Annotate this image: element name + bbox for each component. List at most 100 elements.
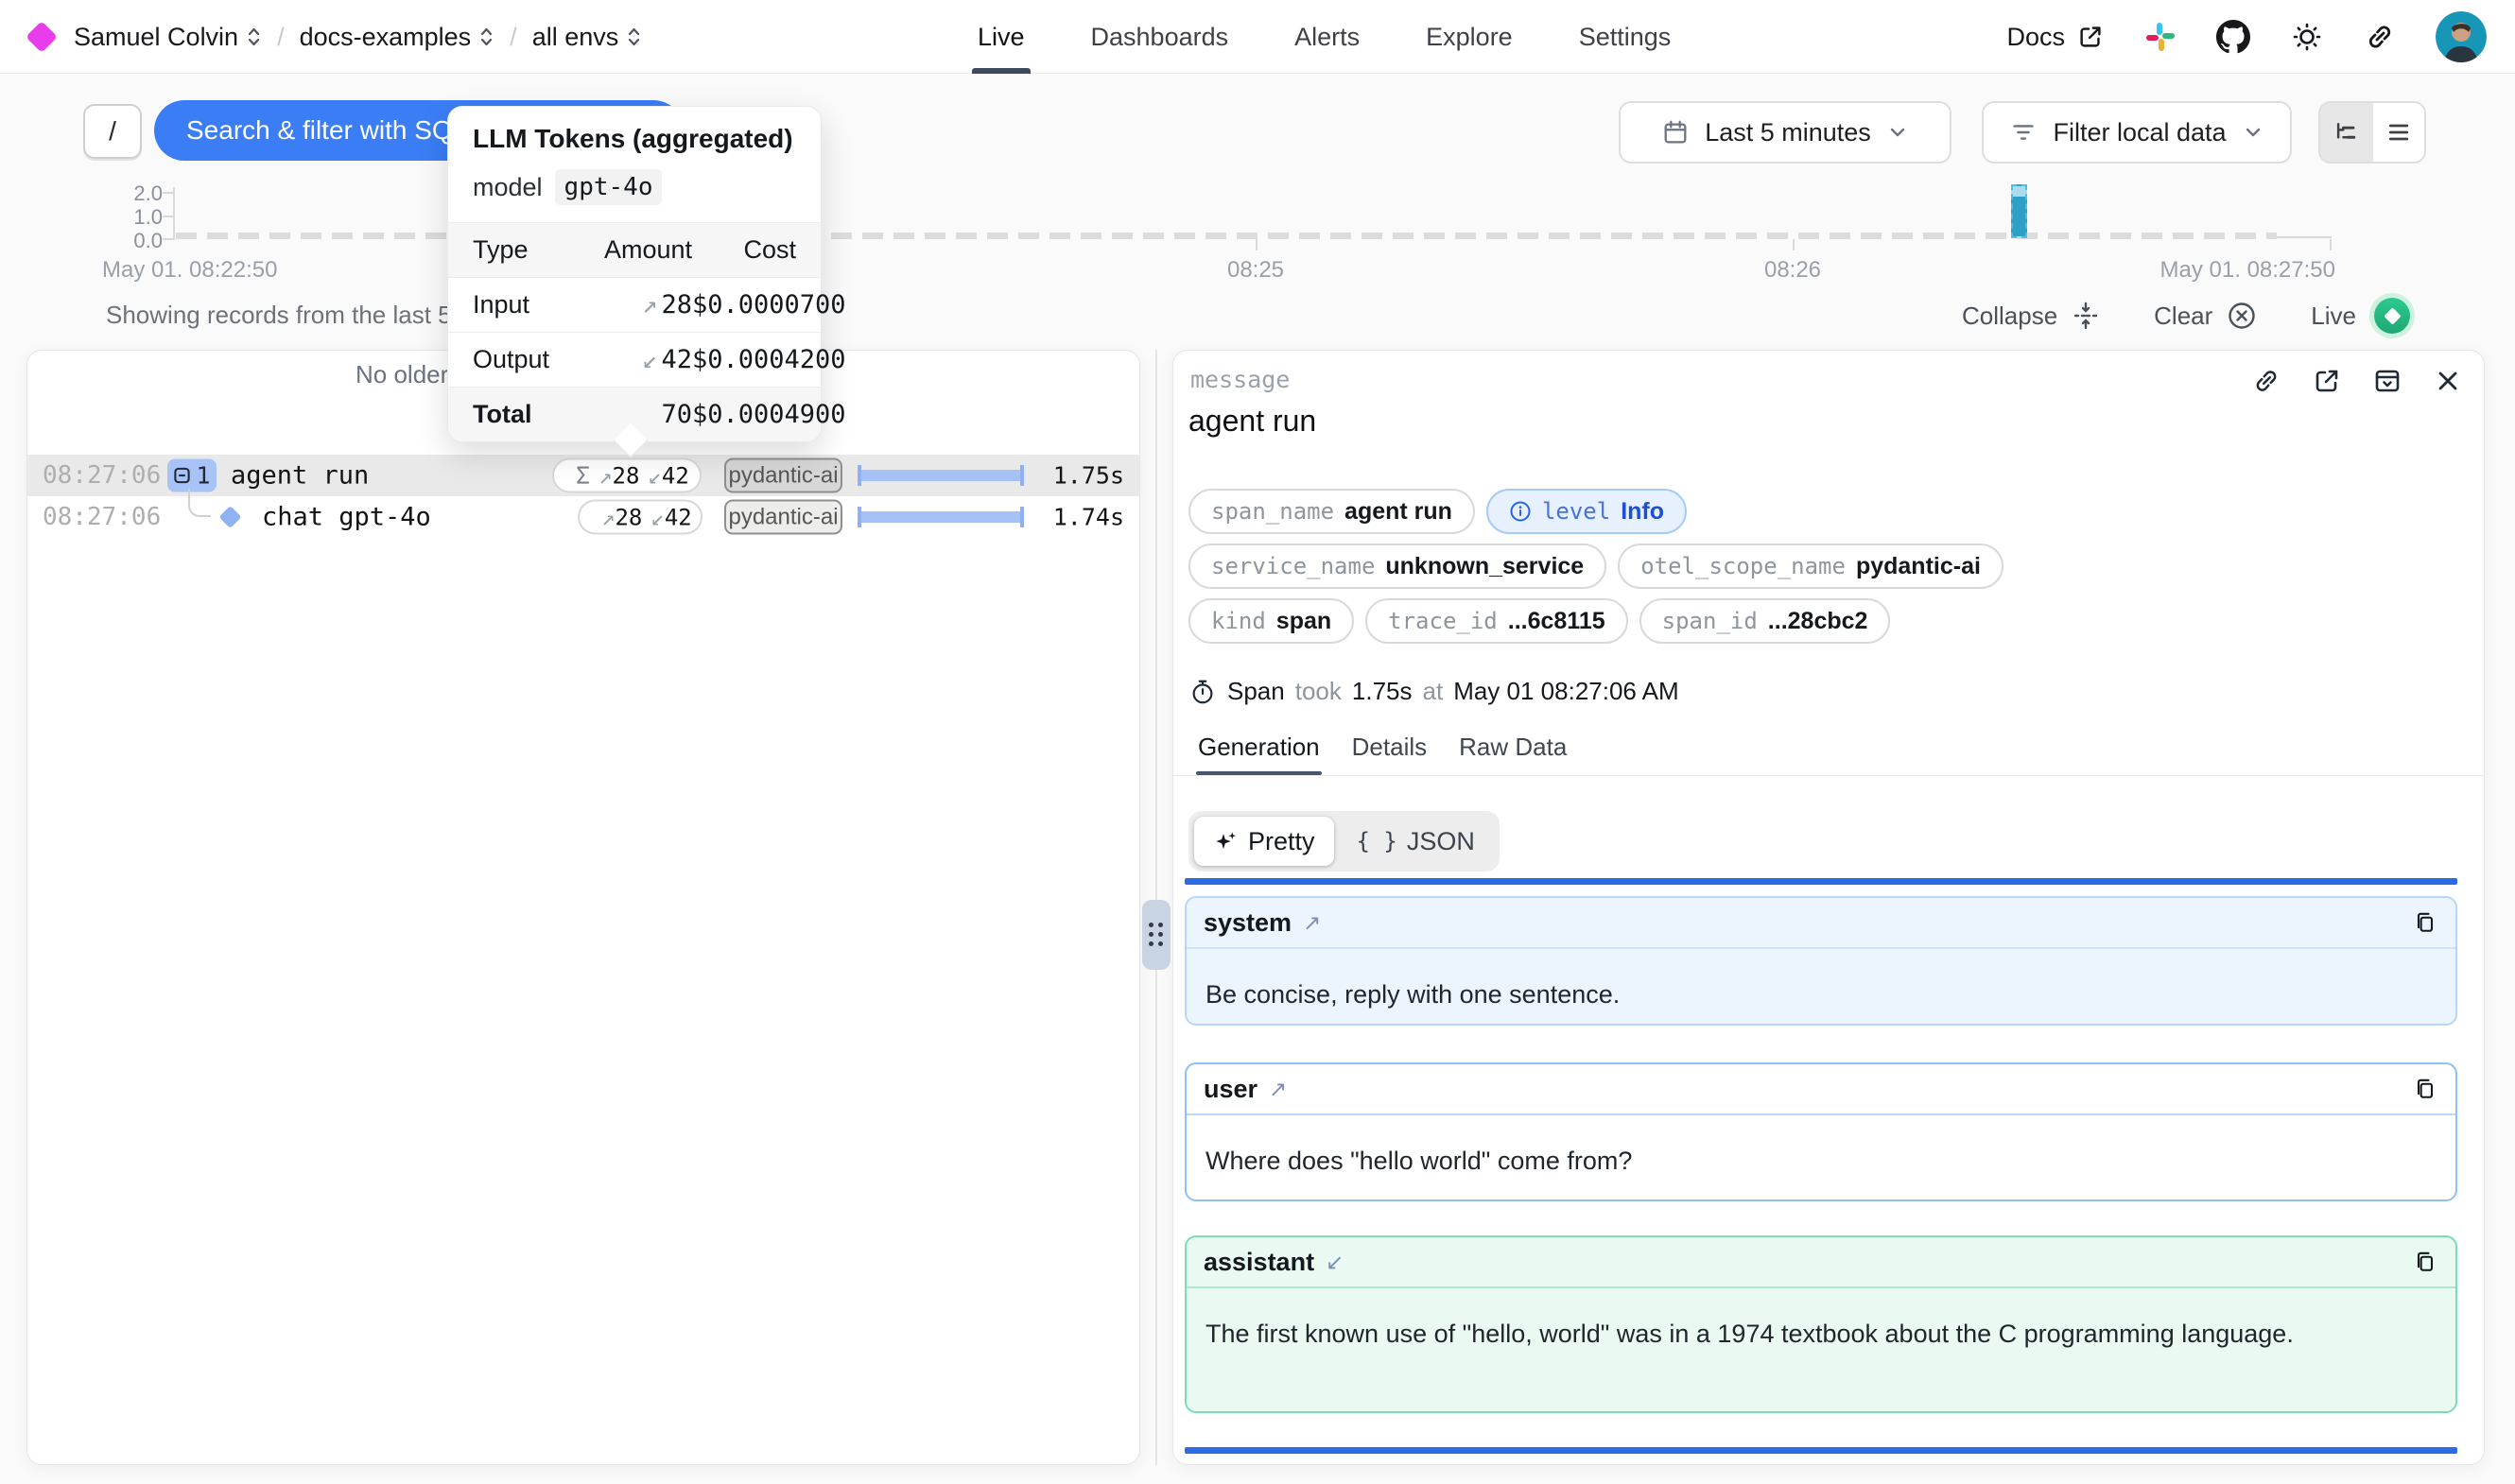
attr-otel-scope[interactable]: otel_scope_name pydantic-ai xyxy=(1618,544,2003,589)
field-label: message xyxy=(1190,366,1290,393)
sort-chevrons-icon xyxy=(626,26,642,48)
github-icon[interactable] xyxy=(2216,20,2250,54)
panel-resize-handle[interactable] xyxy=(1142,900,1171,970)
token-count-pill[interactable]: Σ ↗28 ↙42 xyxy=(552,458,702,493)
attr-kind[interactable]: kind span xyxy=(1188,598,1354,644)
col-cost: Cost xyxy=(692,235,796,265)
breadcrumb-env[interactable]: all envs xyxy=(532,23,643,52)
collapse-children-badge[interactable]: 1 xyxy=(167,459,217,492)
slash-shortcut-key[interactable]: / xyxy=(83,104,142,159)
attr-key: level xyxy=(1542,498,1610,525)
tab-generation[interactable]: Generation xyxy=(1196,733,1322,775)
row-cost: $0.0000700 xyxy=(692,290,846,319)
filter-local-data-dropdown[interactable]: Filter local data xyxy=(1982,101,2292,164)
breadcrumb-separator: / xyxy=(510,23,517,52)
chevron-down-icon xyxy=(1886,121,1909,144)
clear-button[interactable]: Clear xyxy=(2154,300,2258,332)
took-duration: 1.75s xyxy=(1352,677,1413,706)
sigma-aggregate-icon: Σ xyxy=(576,462,590,490)
input-arrow: ↗ xyxy=(601,504,615,530)
x-axis-label-end: May 01. 08:27:50 xyxy=(2160,257,2335,284)
collapse-minus-icon xyxy=(173,467,191,485)
message-system: system ↗ Be concise, reply with one sent… xyxy=(1185,896,2457,1026)
json-toggle-option[interactable]: { } JSON xyxy=(1338,817,1494,866)
docs-link[interactable]: Docs xyxy=(2006,23,2105,52)
col-amount: Amount xyxy=(598,235,692,265)
tab-alerts[interactable]: Alerts xyxy=(1289,0,1365,74)
dock-bottom-icon[interactable] xyxy=(2372,366,2402,396)
copy-link-icon[interactable] xyxy=(2364,21,2396,53)
nav-right-actions: Docs xyxy=(2006,0,2487,74)
list-view-icon xyxy=(2385,119,2412,146)
token-count-pill[interactable]: ↗28 ↙42 xyxy=(578,500,702,535)
pretty-label: Pretty xyxy=(1248,827,1315,856)
attr-trace-id[interactable]: trace_id ...6c8115 xyxy=(1365,598,1627,644)
close-icon[interactable] xyxy=(2433,366,2463,396)
message-text: Be concise, reply with one sentence. xyxy=(1187,949,2455,1026)
no-older-records-note: No older xyxy=(356,360,448,389)
attr-key: kind xyxy=(1211,608,1266,634)
tree-view-toggle[interactable] xyxy=(2320,103,2371,162)
record-count-bar[interactable] xyxy=(2011,184,2027,238)
scope-tag[interactable]: pydantic-ai xyxy=(724,500,842,535)
logfire-logo-icon xyxy=(26,21,58,53)
tab-dashboards[interactable]: Dashboards xyxy=(1085,0,1235,74)
total-amount: 70 xyxy=(598,400,692,429)
copy-icon[interactable] xyxy=(2412,1076,2438,1102)
span-duration-bar[interactable] xyxy=(858,470,1024,481)
tab-raw-data[interactable]: Raw Data xyxy=(1457,733,1569,775)
took-time: May 01 08:27:06 AM xyxy=(1453,677,1678,706)
attr-value: span xyxy=(1276,608,1331,635)
x-axis-tick xyxy=(1793,239,1795,250)
attr-service-name[interactable]: service_name unknown_service xyxy=(1188,544,1606,589)
breadcrumb-org[interactable]: Samuel Colvin xyxy=(74,23,262,52)
top-nav: Samuel Colvin / docs-examples / all envs… xyxy=(0,0,2515,74)
attr-span-name[interactable]: span_name agent run xyxy=(1188,489,1475,534)
attr-value: agent run xyxy=(1344,498,1452,526)
row-amount: 42 xyxy=(661,345,692,374)
content-bottom-rule xyxy=(1185,1447,2457,1454)
pretty-toggle-option[interactable]: Pretty xyxy=(1194,817,1334,866)
attr-level[interactable]: level Info xyxy=(1486,489,1687,534)
time-range-dropdown[interactable]: Last 5 minutes xyxy=(1619,101,1951,164)
y-tick-label: 0.0 xyxy=(87,229,163,253)
theme-sun-icon[interactable] xyxy=(2290,20,2324,54)
copy-icon[interactable] xyxy=(2412,909,2438,936)
attr-key: span_id xyxy=(1662,608,1758,634)
x-axis-label-start: May 01. 08:22:50 xyxy=(102,257,277,284)
output-tokens: 42 xyxy=(662,462,689,489)
x-axis-tick xyxy=(2330,239,2332,250)
breadcrumb-project[interactable]: docs-examples xyxy=(300,23,495,52)
info-icon xyxy=(1509,500,1532,523)
child-count: 1 xyxy=(196,462,210,490)
user-avatar[interactable] xyxy=(2436,11,2487,62)
span-duration-bar[interactable] xyxy=(858,511,1024,523)
y-tick-label: 2.0 xyxy=(87,181,163,206)
docs-label: Docs xyxy=(2006,23,2065,52)
attr-span-id[interactable]: span_id ...28cbc2 xyxy=(1639,598,1891,644)
y-axis-tick xyxy=(163,216,174,217)
copy-link-icon[interactable] xyxy=(2251,366,2281,396)
open-external-icon[interactable] xyxy=(2312,366,2342,396)
clear-circle-x-icon xyxy=(2226,300,2258,332)
output-arrow-icon: ↙ xyxy=(1326,1250,1344,1275)
chevron-down-icon xyxy=(2242,121,2264,144)
main-nav-tabs: Live Dashboards Alerts Explore Settings xyxy=(972,0,1676,74)
slack-icon[interactable] xyxy=(2144,21,2177,53)
trace-row-chat-gpt4o[interactable]: 08:27:06 chat gpt-4o ↗28 ↙42 pydantic-ai… xyxy=(27,496,1139,538)
tab-explore[interactable]: Explore xyxy=(1420,0,1518,74)
live-toggle[interactable]: Live xyxy=(2311,293,2415,338)
tokens-row-input: Input ↗28 $0.0000700 xyxy=(448,277,821,332)
tab-live[interactable]: Live xyxy=(972,0,1031,74)
took-at-word: at xyxy=(1423,677,1444,706)
live-indicator-icon xyxy=(2369,293,2415,338)
scope-tag[interactable]: pydantic-ai xyxy=(724,458,842,493)
list-view-toggle[interactable] xyxy=(2371,103,2424,162)
tab-settings[interactable]: Settings xyxy=(1573,0,1677,74)
message-text: Where does "hello world" come from? xyxy=(1187,1115,2455,1201)
collapse-button[interactable]: Collapse xyxy=(1962,301,2101,331)
tab-details[interactable]: Details xyxy=(1350,733,1429,775)
collapse-label: Collapse xyxy=(1962,302,2057,331)
input-tokens: 28 xyxy=(613,462,640,489)
copy-icon[interactable] xyxy=(2412,1249,2438,1275)
